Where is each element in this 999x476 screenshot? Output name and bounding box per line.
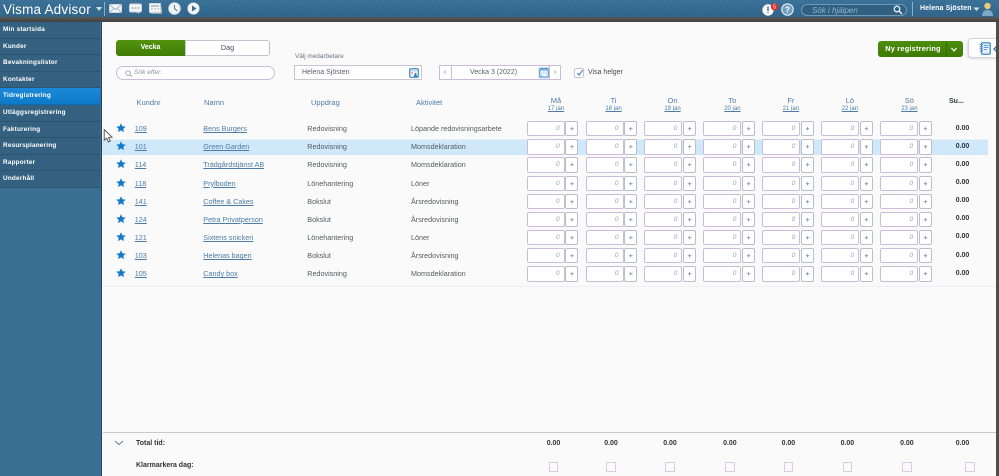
svg-text:5: 5 (773, 5, 776, 11)
svg-text:?: ? (785, 4, 790, 14)
